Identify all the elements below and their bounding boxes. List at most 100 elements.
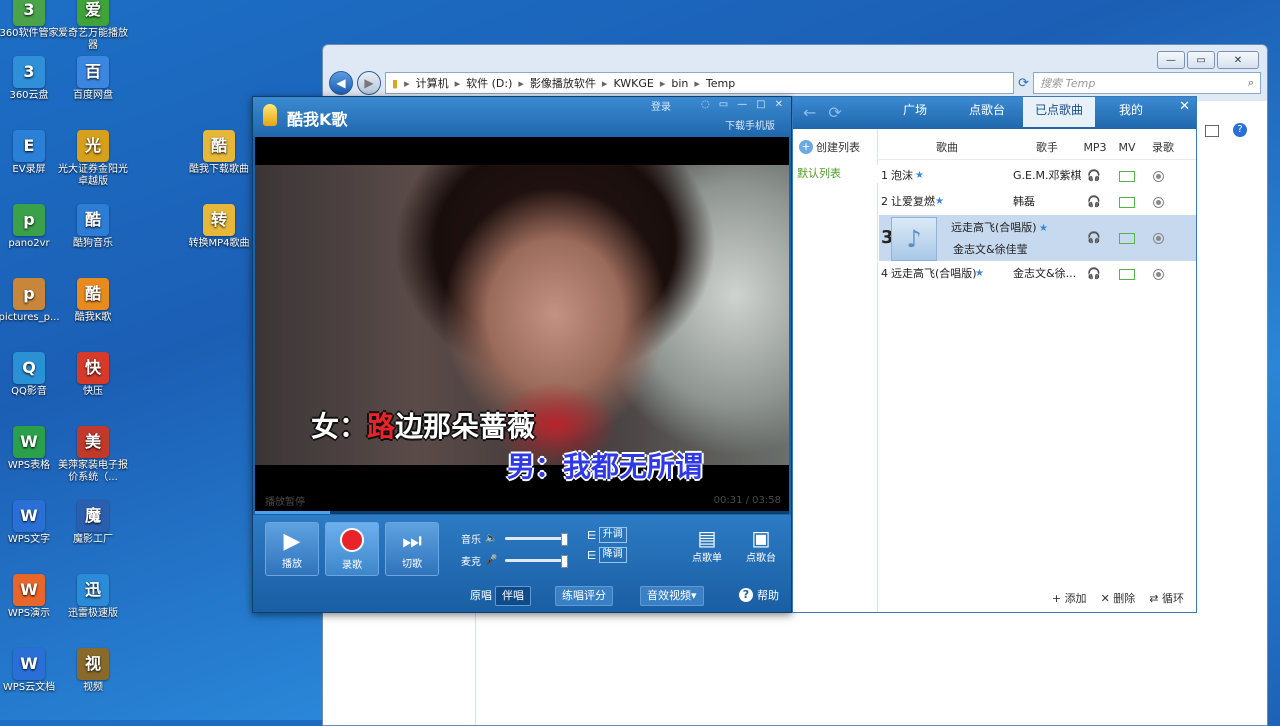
menu-icon[interactable]: ▭ bbox=[719, 99, 728, 110]
practice-score-button[interactable]: 练唱评分 bbox=[555, 586, 613, 606]
desktop-icon[interactable]: 酷酷我K歌 bbox=[58, 278, 128, 324]
desktop-icon[interactable]: 爱爱奇艺万能播放器 bbox=[58, 0, 128, 52]
progress-bar[interactable] bbox=[255, 511, 789, 514]
music-volume-slider[interactable] bbox=[505, 532, 569, 546]
preview-pane-icon[interactable] bbox=[1205, 125, 1219, 137]
song-row[interactable]: 4 远走高飞(合唱版) ★ 金志文&徐... 🎧 bbox=[879, 261, 1196, 287]
key-down-button[interactable]: ⋿ 降调 bbox=[587, 547, 627, 563]
breadcrumb-separator-icon[interactable]: ▸ bbox=[404, 77, 410, 90]
desktop-icon[interactable]: p pano2vr bbox=[0, 204, 64, 250]
record-song-icon[interactable] bbox=[1153, 261, 1164, 287]
back-button[interactable]: ◀ bbox=[329, 71, 353, 95]
tab-3[interactable]: 我的 bbox=[1095, 97, 1167, 127]
mv-icon[interactable] bbox=[1119, 225, 1135, 251]
headphone-icon[interactable]: 🎧 bbox=[1087, 163, 1101, 189]
desktop-icon[interactable]: W WPS云文档 bbox=[0, 648, 64, 694]
desktop-icon[interactable]: 光光大证券金阳光卓越版 bbox=[58, 130, 128, 188]
breadcrumb-separator-icon[interactable]: ▸ bbox=[694, 77, 700, 90]
key-up-button[interactable]: ⋿ 升调 bbox=[587, 527, 627, 543]
desktop-icon[interactable]: 酷酷我下载歌曲 bbox=[184, 130, 254, 176]
desktop-icon[interactable]: Q QQ影音 bbox=[0, 352, 64, 398]
maximize-icon[interactable]: □ bbox=[756, 99, 765, 110]
close-icon[interactable]: ✕ bbox=[775, 99, 783, 110]
desktop-icon[interactable]: 快快压 bbox=[58, 352, 128, 398]
play-button[interactable]: ▶ 播放 bbox=[265, 522, 319, 576]
desktop-icon[interactable]: 转转换MP4歌曲 bbox=[184, 204, 254, 250]
help-icon[interactable]: ? bbox=[1233, 123, 1247, 137]
mobile-download-link[interactable]: 下载手机版 bbox=[725, 117, 775, 132]
tab-2[interactable]: 已点歌曲 bbox=[1023, 97, 1095, 127]
close-icon[interactable]: ✕ bbox=[1179, 99, 1190, 114]
song-list-button[interactable]: ▤ 点歌单 bbox=[687, 527, 727, 564]
desktop-icon[interactable]: W WPS文字 bbox=[0, 500, 64, 546]
desktop-icon[interactable]: 3 360软件管家 bbox=[0, 0, 64, 40]
mic-volume-slider[interactable] bbox=[505, 554, 569, 568]
tab-0[interactable]: 广场 bbox=[879, 97, 951, 127]
breadcrumb-item[interactable]: bin bbox=[671, 77, 688, 90]
desktop-icon[interactable]: 3 360云盘 bbox=[0, 56, 64, 102]
song-row[interactable]: 1 泡沫 ★ G.E.M.邓紫棋 🎧 bbox=[879, 163, 1196, 189]
desktop-icon[interactable]: 酷酷狗音乐 bbox=[58, 204, 128, 250]
breadcrumb-separator-icon[interactable]: ▸ bbox=[455, 77, 461, 90]
breadcrumb-separator-icon[interactable]: ▸ bbox=[602, 77, 608, 90]
desktop-icon[interactable]: W WPS表格 bbox=[0, 426, 64, 472]
delete-button[interactable]: ✕ 删除 bbox=[1101, 590, 1136, 606]
breadcrumb-item[interactable]: 计算机 bbox=[416, 75, 449, 91]
breadcrumb-item[interactable]: 影像播放软件 bbox=[530, 75, 596, 91]
headphone-icon[interactable]: 🎧 bbox=[1087, 189, 1101, 215]
mv-icon[interactable] bbox=[1119, 261, 1135, 287]
desktop-icon[interactable]: 视视频 bbox=[58, 648, 128, 694]
back-arrow-icon[interactable]: ← bbox=[803, 103, 828, 122]
minimize-icon[interactable]: — bbox=[737, 99, 747, 110]
desktop-icon[interactable]: 百百度网盘 bbox=[58, 56, 128, 102]
tab-1[interactable]: 点歌台 bbox=[951, 97, 1023, 127]
song-stage-button[interactable]: ▣ 点歌台 bbox=[741, 527, 781, 564]
record-song-icon[interactable] bbox=[1153, 225, 1164, 251]
minimize-button[interactable]: — bbox=[1157, 51, 1185, 69]
maximize-button[interactable]: ▭ bbox=[1187, 51, 1215, 69]
breadcrumb-item[interactable]: Temp bbox=[706, 77, 735, 90]
help-button[interactable]: ? 帮助 bbox=[739, 587, 779, 603]
breadcrumb-item[interactable]: 软件 (D:) bbox=[466, 75, 512, 91]
address-bar[interactable]: ▮ ▸ 计算机 ▸ 软件 (D:) ▸ 影像播放软件 ▸ KWKGE ▸ bin ▸ Temp bbox=[385, 72, 1015, 94]
search-input[interactable]: 搜索 Temp ⌕ bbox=[1033, 72, 1261, 94]
default-list-item[interactable]: 默认列表 bbox=[793, 165, 881, 183]
loop-button[interactable]: ⇄ 循环 bbox=[1149, 590, 1184, 606]
favorite-star-icon[interactable]: ★ bbox=[935, 189, 944, 215]
desktop-icon[interactable]: p pictures_p... bbox=[0, 278, 64, 324]
headphone-icon[interactable]: 🎧 bbox=[1087, 261, 1101, 287]
desktop-icon[interactable]: W WPS演示 bbox=[0, 574, 64, 620]
video-area[interactable]: 女：路边那朵蔷薇 男：我都无所谓 播放暂停 00:31 / 03:58 bbox=[255, 137, 789, 511]
original-vocal-button[interactable]: 原唱 bbox=[463, 586, 499, 606]
music-volume-knob[interactable] bbox=[561, 532, 569, 546]
accompaniment-button[interactable]: 伴唱 bbox=[495, 586, 531, 606]
breadcrumb-item[interactable]: KWKGE bbox=[613, 77, 653, 90]
favorite-star-icon[interactable]: ★ bbox=[1039, 216, 1048, 242]
desktop-icon[interactable]: 迅迅雷极速版 bbox=[58, 574, 128, 620]
breadcrumb-separator-icon[interactable]: ▸ bbox=[518, 77, 524, 90]
add-button[interactable]: + 添加 bbox=[1052, 590, 1087, 606]
record-button[interactable]: 录歌 bbox=[325, 522, 379, 576]
record-song-icon[interactable] bbox=[1153, 163, 1164, 189]
effects-video-dropdown[interactable]: 音效视频▾ bbox=[640, 586, 704, 606]
next-song-button[interactable]: ⏭ 切歌 bbox=[385, 522, 439, 576]
favorite-star-icon[interactable]: ★ bbox=[975, 261, 984, 287]
refresh-icon[interactable]: ⟳ bbox=[828, 103, 853, 122]
desktop-icon[interactable]: E EV录屏 bbox=[0, 130, 64, 176]
close-button[interactable]: ✕ bbox=[1217, 51, 1259, 69]
refresh-button[interactable]: ⟳ bbox=[1018, 76, 1029, 91]
breadcrumb-separator-icon[interactable]: ▸ bbox=[660, 77, 666, 90]
login-link[interactable]: 登录 bbox=[651, 98, 671, 113]
create-list-button[interactable]: + 创建列表 bbox=[799, 139, 860, 155]
headphone-icon[interactable]: 🎧 bbox=[1087, 225, 1101, 251]
favorite-star-icon[interactable]: ★ bbox=[915, 163, 924, 189]
mv-icon[interactable] bbox=[1119, 189, 1135, 215]
mic-volume-knob[interactable] bbox=[561, 554, 569, 568]
desktop-icon[interactable]: 魔魔影工厂 bbox=[58, 500, 128, 546]
record-song-icon[interactable] bbox=[1153, 189, 1164, 215]
forward-button[interactable]: ▶ bbox=[357, 71, 381, 95]
song-row[interactable]: 2 让爱复燃 ★ 韩磊 🎧 bbox=[879, 189, 1196, 215]
skin-icon[interactable]: ◌ bbox=[701, 99, 710, 110]
desktop-icon[interactable]: 美美萍家装电子报价系统（... bbox=[58, 426, 128, 484]
mv-icon[interactable] bbox=[1119, 163, 1135, 189]
